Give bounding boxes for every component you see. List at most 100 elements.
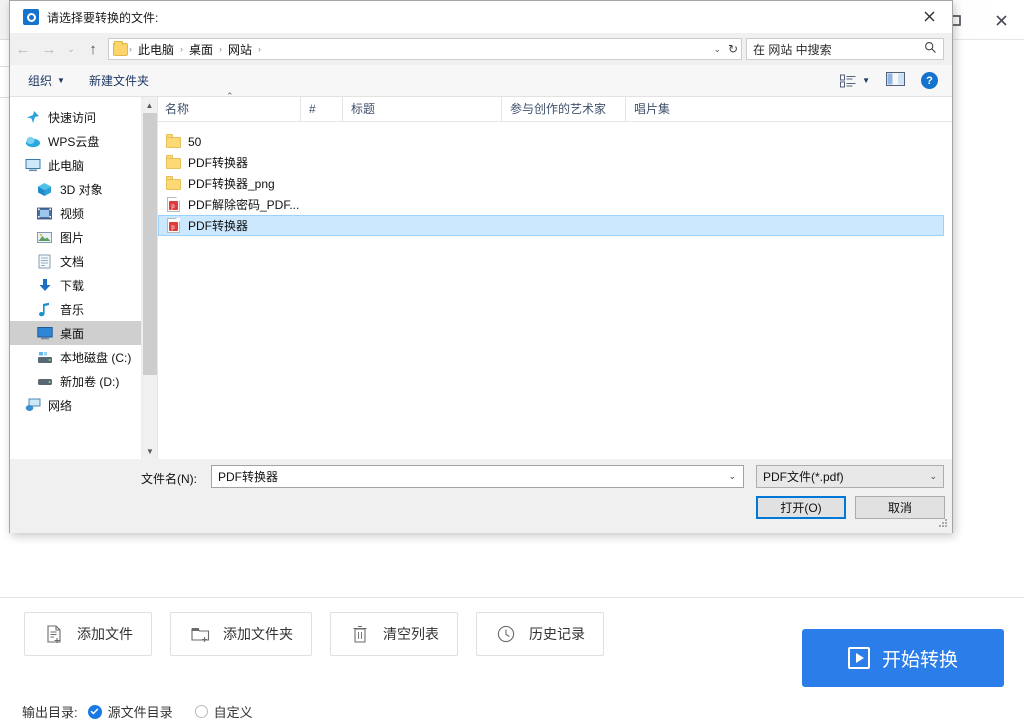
list-item-selected[interactable]: p PDF转换器 xyxy=(158,215,944,236)
bottom-toolbar: 添加文件 添加文件夹 清空列表 xyxy=(24,612,604,656)
search-placeholder: 在 网站 中搜索 xyxy=(753,41,924,58)
breadcrumb-item-1[interactable]: 桌面 xyxy=(184,41,218,58)
sidebar-item-label: 此电脑 xyxy=(48,157,84,174)
resize-grip[interactable] xyxy=(939,519,949,529)
file-name: PDF转换器 xyxy=(188,217,248,234)
list-item[interactable]: PDF转换器 xyxy=(158,152,952,173)
computer-icon xyxy=(24,157,41,174)
up-icon[interactable]: ↑ xyxy=(80,36,106,62)
radio-unchecked-icon xyxy=(195,705,208,718)
output-directory-label: 输出目录: xyxy=(22,702,78,720)
cloud-icon xyxy=(24,133,41,150)
screen: 添加文件 添加文件夹 清空列表 xyxy=(0,0,1024,720)
pdf-badge: p xyxy=(169,222,178,231)
new-folder-button[interactable]: 新建文件夹 xyxy=(83,72,155,89)
list-item[interactable]: 50 xyxy=(158,131,952,152)
add-folder-button[interactable]: 添加文件夹 xyxy=(170,612,312,656)
file-type-value: PDF文件(*.pdf) xyxy=(763,468,929,485)
file-name: PDF转换器 xyxy=(188,154,248,171)
navigation-pane-scrollbar[interactable]: ▲ ▼ xyxy=(141,97,157,459)
filename-input[interactable]: PDF转换器 ⌄ xyxy=(211,465,744,488)
frame-line xyxy=(0,66,9,67)
back-icon[interactable]: ← xyxy=(10,36,36,62)
folder-icon xyxy=(165,176,181,192)
dialog-close-icon[interactable] xyxy=(907,1,952,32)
sidebar-item-new-volume-d[interactable]: 新加卷 (D:) xyxy=(10,369,157,393)
add-file-button[interactable]: 添加文件 xyxy=(24,612,152,656)
sidebar-item-3d-objects[interactable]: 3D 对象 xyxy=(10,177,157,201)
search-input[interactable]: 在 网站 中搜索 xyxy=(746,38,944,60)
chevron-down-icon: ▼ xyxy=(862,76,870,85)
pdf-file-icon: p xyxy=(165,218,181,234)
scroll-up-icon[interactable]: ▲ xyxy=(142,97,157,113)
sidebar-item-label: WPS云盘 xyxy=(48,133,99,150)
chevron-down-icon[interactable]: ⌄ xyxy=(728,471,736,482)
organize-menu[interactable]: 组织 ▼ xyxy=(22,72,71,89)
clear-list-button[interactable]: 清空列表 xyxy=(330,612,458,656)
column-header-name[interactable]: 名称 ⌃ xyxy=(158,96,300,121)
sidebar-item-label: 音乐 xyxy=(60,301,84,318)
cancel-button[interactable]: 取消 xyxy=(855,496,945,519)
breadcrumb[interactable]: › 此电脑 › 桌面 › 网站 › ⌄ ↻ xyxy=(108,38,742,60)
forward-icon[interactable]: → xyxy=(36,36,62,62)
column-header-album[interactable]: 唱片集 xyxy=(625,96,760,121)
chevron-down-icon[interactable]: ⌄ xyxy=(713,39,721,59)
sidebar-item-label: 桌面 xyxy=(60,325,84,342)
file-open-dialog: 请选择要转换的文件: ← → ⌄ ↑ › 此电脑 › 桌面 › 网站 › ⌄ ↻ xyxy=(9,0,953,533)
sidebar-item-label: 视频 xyxy=(60,205,84,222)
column-header-number[interactable]: # xyxy=(300,96,342,121)
recent-locations-icon[interactable]: ⌄ xyxy=(62,36,80,62)
frame-line xyxy=(0,39,9,40)
sidebar-item-label: 网络 xyxy=(48,397,72,414)
sidebar-item-desktop[interactable]: 桌面 xyxy=(10,321,157,345)
sidebar-item-network[interactable]: 网络 xyxy=(10,393,157,417)
radio-source-dir[interactable]: 源文件目录 xyxy=(88,702,173,720)
sidebar-item-documents[interactable]: 文档 xyxy=(10,249,157,273)
history-label: 历史记录 xyxy=(529,624,585,644)
view-list-icon[interactable]: ▼ xyxy=(840,74,870,88)
preview-pane-icon[interactable] xyxy=(886,72,905,89)
dialog-title: 请选择要转换的文件: xyxy=(47,9,158,26)
help-icon[interactable]: ? xyxy=(921,72,938,89)
filename-label: 文件名(N): xyxy=(141,470,197,487)
sidebar-item-this-pc[interactable]: 此电脑 xyxy=(10,153,157,177)
list-item[interactable]: p PDF解除密码_PDF... xyxy=(158,194,952,215)
breadcrumb-item-2[interactable]: 网站 xyxy=(223,41,257,58)
file-name: PDF转换器_png xyxy=(188,175,275,192)
column-label: 参与创作的艺术家 xyxy=(510,100,606,117)
close-icon[interactable] xyxy=(978,0,1024,40)
sidebar-item-downloads[interactable]: 下载 xyxy=(10,273,157,297)
network-icon xyxy=(24,397,41,414)
pdf-file-icon: p xyxy=(165,197,181,213)
sidebar-item-pictures[interactable]: 图片 xyxy=(10,225,157,249)
play-icon xyxy=(848,647,870,669)
sidebar-item-wps-cloud[interactable]: WPS云盘 xyxy=(10,129,157,153)
column-header-contributing-artists[interactable]: 参与创作的艺术家 xyxy=(501,96,625,121)
open-label: 打开(O) xyxy=(780,499,821,516)
list-item[interactable]: PDF转换器_png xyxy=(158,173,952,194)
drive-icon xyxy=(36,373,53,390)
sidebar-item-quick-access[interactable]: 快速访问 xyxy=(10,105,157,129)
history-button[interactable]: 历史记录 xyxy=(476,612,604,656)
file-list-body: 50 PDF转换器 PDF转换器_png xyxy=(158,122,952,236)
column-header-title[interactable]: 标题 xyxy=(342,96,501,121)
sidebar-item-label: 下载 xyxy=(60,277,84,294)
breadcrumb-item-0[interactable]: 此电脑 xyxy=(133,41,179,58)
start-convert-button[interactable]: 开始转换 xyxy=(802,629,1004,687)
scrollbar-thumb[interactable] xyxy=(143,113,157,375)
navigation-pane: 快速访问 WPS云盘 此电脑 xyxy=(10,97,157,459)
sidebar-item-music[interactable]: 音乐 xyxy=(10,297,157,321)
radio-custom-dir[interactable]: 自定义 xyxy=(195,702,253,720)
file-type-select[interactable]: PDF文件(*.pdf) ⌄ xyxy=(756,465,944,488)
refresh-icon[interactable]: ↻ xyxy=(728,39,738,59)
sidebar-item-local-disk-c[interactable]: 本地磁盘 (C:) xyxy=(10,345,157,369)
folder-icon xyxy=(165,134,181,150)
open-button[interactable]: 打开(O) xyxy=(756,496,846,519)
scroll-down-icon[interactable]: ▼ xyxy=(142,443,157,459)
dialog-titlebar: 请选择要转换的文件: xyxy=(10,1,952,33)
chevron-down-icon: ⌄ xyxy=(929,471,937,482)
dialog-commandbar: 组织 ▼ 新建文件夹 ▼ xyxy=(10,65,952,97)
sidebar-item-videos[interactable]: 视频 xyxy=(10,201,157,225)
add-file-icon xyxy=(43,623,65,645)
sidebar-item-label: 新加卷 (D:) xyxy=(60,373,119,390)
